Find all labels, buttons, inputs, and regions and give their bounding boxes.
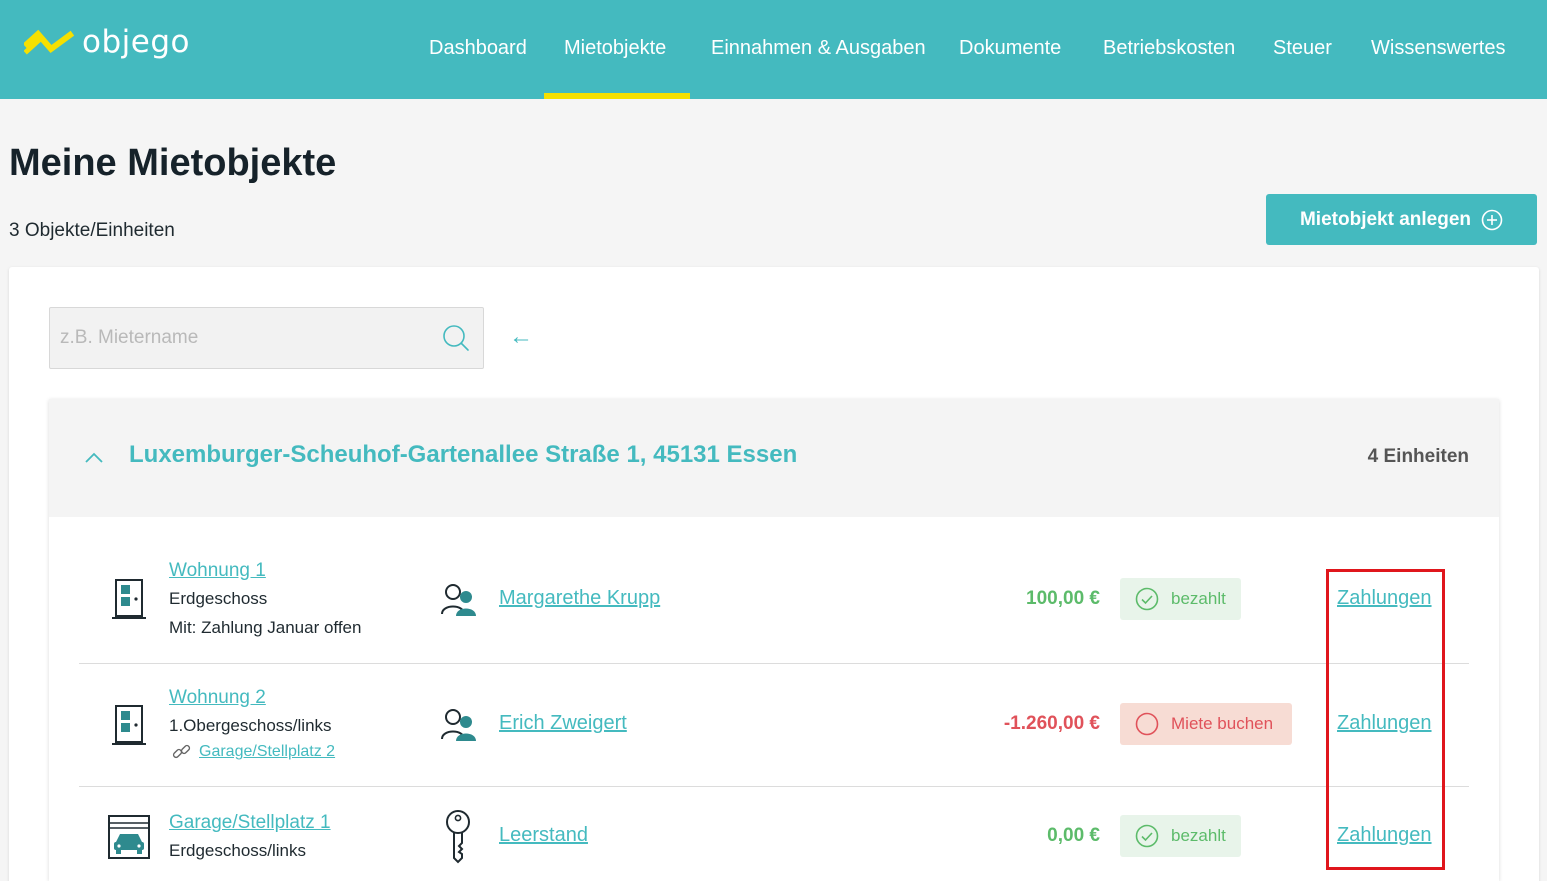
status-label: Miete buchen xyxy=(1171,714,1274,733)
unit-link-garage-stellplatz-1[interactable]: Garage/Stellplatz 1 xyxy=(169,812,331,834)
check-circle-icon xyxy=(1135,824,1159,848)
nav-einnahmen-ausgaben[interactable]: Einnahmen & Ausgaben xyxy=(711,36,926,60)
link-icon xyxy=(172,744,191,759)
apartment-door-icon xyxy=(112,704,146,753)
search-input[interactable] xyxy=(60,308,430,368)
unit-link-wohnung-2[interactable]: Wohnung 2 xyxy=(169,687,266,709)
tenant-link-leerstand[interactable]: Leerstand xyxy=(499,824,588,847)
nav-steuer[interactable]: Steuer xyxy=(1273,36,1332,60)
status-badge-paid: bezahlt xyxy=(1120,815,1241,857)
tenant-link-erich-zweigert[interactable]: Erich Zweigert xyxy=(499,712,627,735)
unit-floor: Erdgeschoss xyxy=(169,589,268,608)
status-label: bezahlt xyxy=(1171,826,1226,845)
row-divider xyxy=(79,786,1469,787)
search-box xyxy=(49,307,484,369)
chevron-up-icon[interactable] xyxy=(84,446,104,475)
payments-link[interactable]: Zahlungen xyxy=(1337,824,1432,847)
key-icon xyxy=(444,810,472,869)
nav-dokumente[interactable]: Dokumente xyxy=(959,36,1061,60)
rent-amount: 0,00 € xyxy=(1047,825,1100,846)
tenant-link-margarethe-krupp[interactable]: Margarethe Krupp xyxy=(499,587,660,610)
status-badge-paid: bezahlt xyxy=(1120,578,1241,620)
check-circle-icon xyxy=(1135,587,1159,611)
linked-unit-link[interactable]: Garage/Stellplatz 2 xyxy=(199,743,335,761)
garage-icon xyxy=(107,814,151,865)
plus-circle-icon xyxy=(1481,209,1503,230)
payments-link[interactable]: Zahlungen xyxy=(1337,587,1432,610)
book-rent-button[interactable]: Miete buchen xyxy=(1120,703,1292,745)
nav-wissenswertes[interactable]: Wissenswertes xyxy=(1371,36,1505,60)
rent-amount: 100,00 € xyxy=(1026,588,1100,609)
objego-logo-icon xyxy=(24,29,74,55)
search-icon[interactable] xyxy=(442,324,470,357)
unit-floor: 1.Obergeschoss/links xyxy=(169,716,332,735)
objects-count: 3 Objekte/Einheiten xyxy=(9,220,175,241)
apartment-door-icon xyxy=(112,578,146,627)
linked-unit: Garage/Stellplatz 2 xyxy=(172,742,335,762)
nav-dashboard[interactable]: Dashboard xyxy=(429,36,527,60)
rent-amount: -1.260,00 € xyxy=(1003,713,1100,734)
objego-logo[interactable]: objego xyxy=(24,26,190,60)
unit-note: Mit: Zahlung Januar offen xyxy=(169,618,362,637)
empty-circle-icon xyxy=(1135,712,1159,736)
payments-link[interactable]: Zahlungen xyxy=(1337,712,1432,735)
nav-betriebskosten[interactable]: Betriebskosten xyxy=(1103,36,1235,60)
tenants-icon xyxy=(440,707,478,748)
nav-mietobjekte[interactable]: Mietobjekte xyxy=(564,36,666,60)
brand-name: objego xyxy=(82,23,190,60)
nav-active-indicator xyxy=(544,93,690,99)
tenants-icon xyxy=(440,582,478,623)
unit-link-wohnung-1[interactable]: Wohnung 1 xyxy=(169,560,266,582)
add-property-label: Mietobjekt anlegen xyxy=(1299,208,1472,230)
add-property-button[interactable]: Mietobjekt anlegen xyxy=(1266,194,1537,245)
page-title: Meine Mietobjekte xyxy=(9,142,337,184)
property-address[interactable]: Luxemburger-Scheuhof-Gartenallee Straße … xyxy=(129,441,797,469)
status-label: bezahlt xyxy=(1171,589,1226,608)
back-arrow-icon[interactable]: ← xyxy=(509,322,533,352)
units-count: 4 Einheiten xyxy=(1367,446,1469,467)
unit-floor: Erdgeschoss/links xyxy=(169,841,307,860)
row-divider xyxy=(79,663,1469,664)
